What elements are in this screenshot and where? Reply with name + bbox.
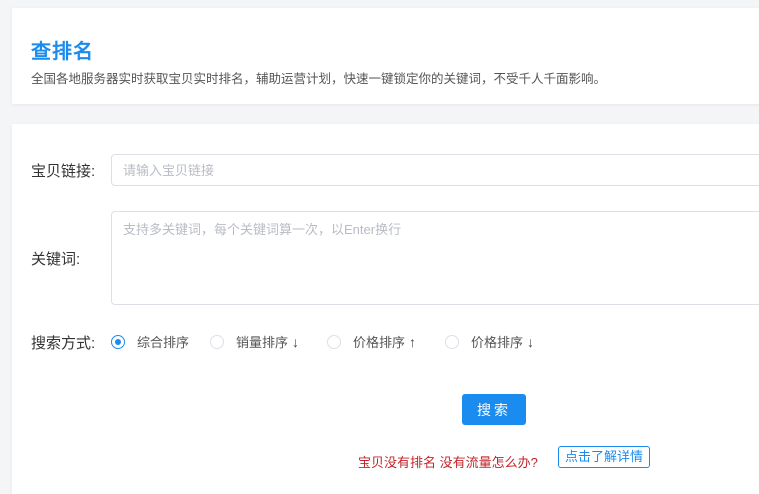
radio-checked-icon[interactable] (111, 334, 125, 349)
item-link-input[interactable] (111, 154, 759, 186)
search-button[interactable]: 搜索 (462, 394, 526, 425)
keyword-textarea[interactable] (111, 211, 759, 305)
arrow-down-icon: ↓ (527, 333, 535, 350)
sort-option-sales-desc[interactable]: 销量排序 ↓ (210, 332, 327, 351)
radio-unchecked-icon[interactable] (210, 334, 224, 349)
page-subtitle: 全国各地服务器实时获取宝贝实时排名，辅助运营计划，快速一键锁定你的关键词，不受千… (31, 72, 607, 86)
radio-unchecked-icon[interactable] (445, 334, 459, 349)
item-link-label: 宝贝链接: (31, 163, 96, 180)
sort-option-label: 价格排序 (353, 335, 406, 350)
page-title: 查排名 (31, 41, 94, 63)
arrow-down-icon: ↓ (292, 333, 300, 350)
radio-unchecked-icon[interactable] (327, 334, 341, 349)
header-card: 查排名 全国各地服务器实时获取宝贝实时排名，辅助运营计划，快速一键锁定你的关键词… (12, 8, 759, 104)
search-form-card: 宝贝链接: 关键词: 搜索方式: 综合排序 销量排序 ↓ 价格排序 ↑ 价格排序… (12, 124, 759, 494)
sort-method-radio-group: 综合排序 销量排序 ↓ 价格排序 ↑ 价格排序 ↓ (111, 332, 534, 351)
help-question-text: 宝贝没有排名 没有流量怎么办? (358, 455, 538, 470)
learn-more-link[interactable]: 点击了解详情 (558, 446, 651, 468)
sort-option-comprehensive[interactable]: 综合排序 (111, 332, 210, 351)
sort-option-label: 销量排序 (236, 335, 289, 350)
sort-option-price-desc[interactable]: 价格排序 ↓ (445, 332, 534, 351)
sort-option-label: 综合排序 (137, 335, 190, 350)
arrow-up-icon: ↑ (409, 333, 417, 350)
keyword-label: 关键词: (31, 251, 81, 268)
sort-method-label: 搜索方式: (31, 335, 96, 352)
sort-option-price-asc[interactable]: 价格排序 ↑ (327, 332, 445, 351)
sort-option-label: 价格排序 (471, 335, 524, 350)
